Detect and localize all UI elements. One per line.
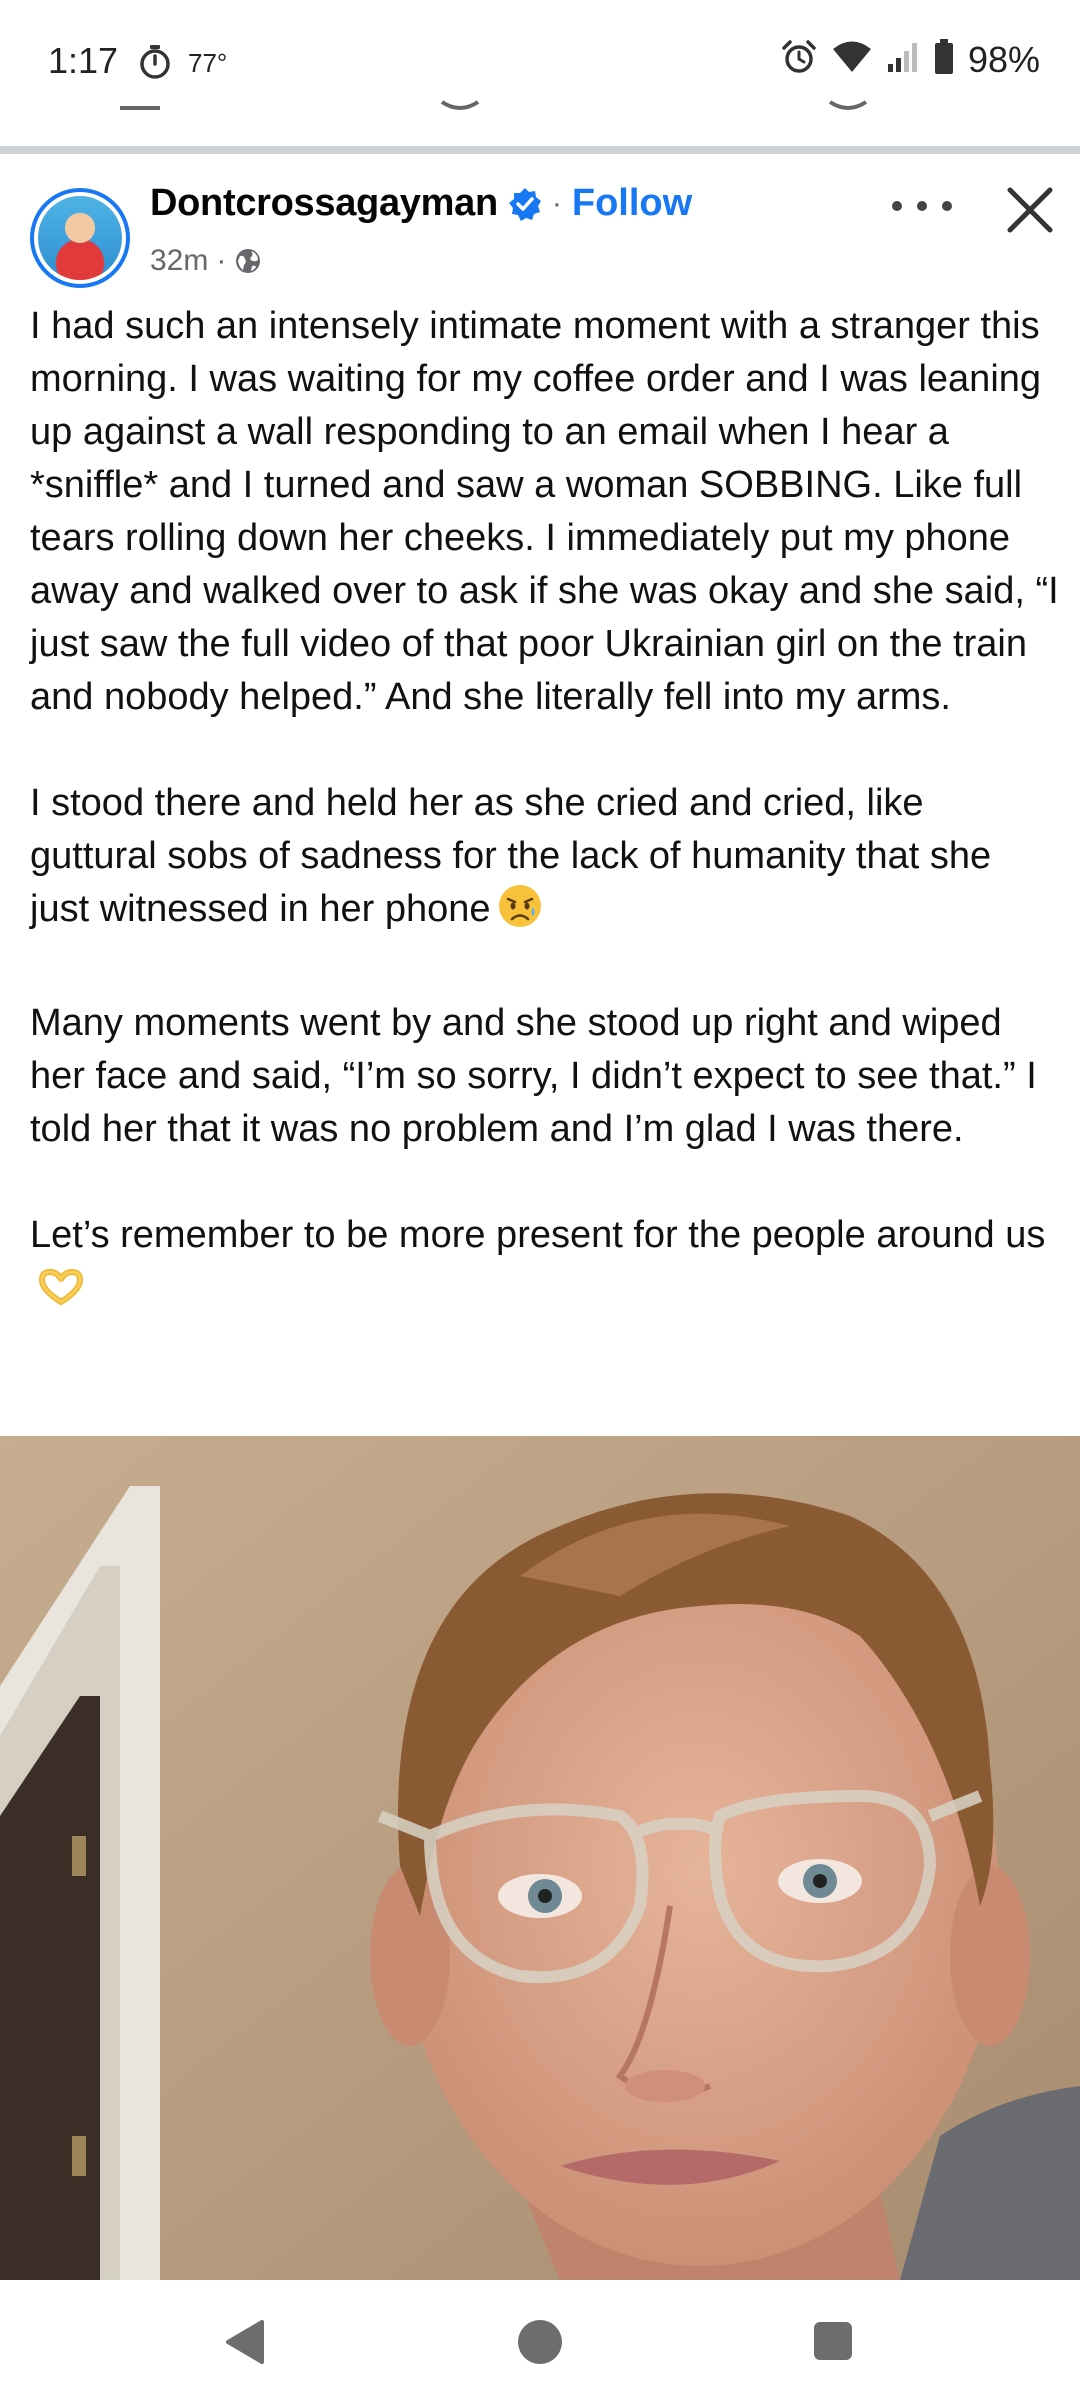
post-paragraph-2: I stood there and held her as she cried …: [30, 777, 1060, 944]
recent-apps-button[interactable]: [814, 2322, 852, 2360]
sad-but-relieved-face-emoji: [497, 883, 543, 944]
post-time[interactable]: 32m: [150, 244, 208, 278]
system-navigation-bar: [0, 2280, 1080, 2400]
wifi-icon: [832, 40, 872, 79]
meta-separator: ·: [216, 244, 227, 277]
battery-icon: [934, 39, 954, 80]
author-avatar[interactable]: [30, 188, 130, 288]
close-icon[interactable]: [1000, 180, 1060, 240]
heart-hands-emoji: [36, 1268, 86, 1323]
follow-button[interactable]: Follow: [572, 182, 692, 225]
home-button[interactable]: [518, 2320, 562, 2364]
more-dot: [917, 201, 927, 211]
status-bar: 1:17 77° 98%: [0, 0, 1080, 128]
nav-tab-remnant-2: [440, 100, 480, 110]
more-dot: [942, 201, 952, 211]
author-name[interactable]: Dontcrossagayman: [150, 182, 498, 225]
post-meta: 32m ·: [150, 244, 262, 278]
timer-icon: [138, 44, 172, 85]
post-paragraph-3: Many moments went by and she stood up ri…: [30, 1002, 1037, 1150]
avatar-image: [38, 196, 122, 280]
verified-badge-icon: [508, 187, 541, 221]
status-right-group: 98%: [780, 38, 1040, 81]
more-dot: [892, 201, 902, 211]
section-divider: [0, 146, 1080, 154]
alarm-icon: [780, 38, 818, 81]
back-icon[interactable]: [222, 2318, 266, 2366]
photo-image: [0, 1436, 1080, 2280]
nav-tab-remnant-3: [828, 100, 868, 110]
nav-tab-remnant-1: [120, 106, 160, 110]
signal-icon: [886, 40, 920, 79]
post-paragraph-1: I had such an intensely intimate moment …: [30, 305, 1059, 718]
globe-icon: [236, 249, 261, 273]
author-row: Dontcrossagayman · Follow: [150, 182, 692, 225]
header-separator: ·: [551, 186, 562, 220]
more-options-button[interactable]: [892, 186, 952, 226]
post-text: I had such an intensely intimate moment …: [30, 300, 1060, 1323]
post-paragraph-4: Let’s remember to be more present for th…: [30, 1209, 1060, 1323]
selfie-photo[interactable]: [0, 1436, 1080, 2280]
status-temperature: 77°: [188, 48, 228, 78]
status-time: 1:17: [48, 40, 119, 81]
battery-percent: 98%: [967, 38, 1040, 80]
